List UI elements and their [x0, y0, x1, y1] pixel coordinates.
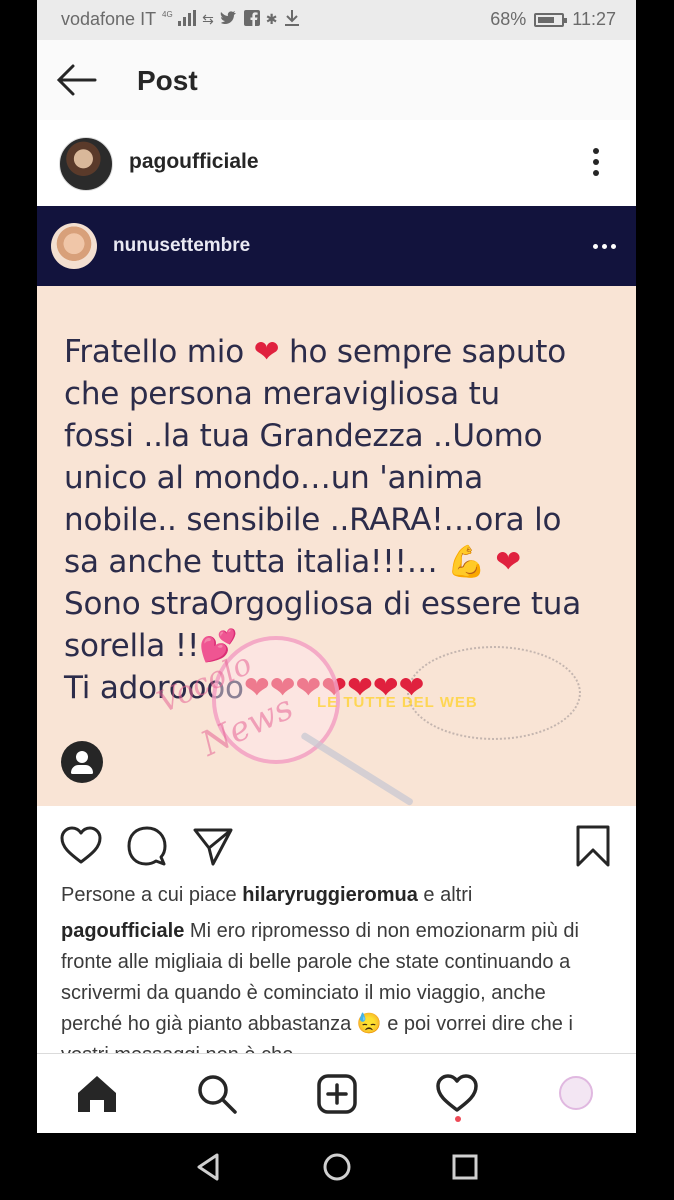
clock-time: 11:27	[572, 9, 616, 29]
embedded-avatar	[51, 223, 97, 269]
nav-profile-avatar[interactable]	[559, 1076, 593, 1110]
triangle-back-icon	[197, 1153, 219, 1181]
page-title: Post	[137, 65, 198, 96]
battery-icon	[534, 12, 568, 27]
quote-line: Fratello mio ❤ ho sempre saputo	[64, 334, 567, 370]
svg-text:4G: 4G	[162, 10, 173, 19]
heart-icon	[60, 826, 102, 864]
facebook-icon	[243, 10, 260, 29]
signal-icon: 4G	[162, 9, 197, 30]
send-icon	[193, 828, 233, 866]
quote-line: che persona meravigliosa tu	[64, 376, 500, 412]
android-recents-button[interactable]	[449, 1151, 481, 1188]
author-username[interactable]: pagoufficiale	[129, 150, 259, 174]
circle-home-icon	[323, 1153, 351, 1181]
download-icon	[284, 9, 300, 30]
nav-home[interactable]	[75, 1072, 119, 1116]
watermark-wand	[300, 731, 415, 806]
home-icon	[78, 1076, 116, 1112]
like-button[interactable]	[59, 824, 103, 868]
status-bar: vodafone IT 4G ⇆ ✱ 68% 11:27	[37, 0, 636, 40]
embedded-username: nunusettembre	[113, 235, 251, 256]
quote-line: unico al mondo…un 'anima	[64, 460, 484, 496]
post-actions	[37, 806, 636, 884]
arrow-left-icon	[56, 64, 97, 96]
quote-text: Fratello mio ❤ ho sempre saputo che pers…	[64, 331, 624, 709]
top-bar: Post	[37, 40, 636, 120]
twitter-icon	[220, 10, 238, 29]
quote-line: Sono straOrgogliosa di essere tua	[64, 586, 582, 622]
quote-line: fossi ..la tua Grandezza ..Uomo	[64, 418, 543, 454]
likes-line: Persone a cui piace hilaryruggieromua e …	[61, 884, 472, 907]
nav-activity[interactable]	[435, 1072, 479, 1116]
back-button[interactable]	[55, 62, 99, 98]
heart-icon	[436, 1074, 478, 1112]
comment-button[interactable]	[125, 824, 169, 868]
carrier-text: vodafone IT	[61, 9, 157, 29]
likes-prefix: Persone a cui piace	[61, 884, 237, 906]
nav-search[interactable]	[195, 1072, 239, 1116]
app-frame: vodafone IT 4G ⇆ ✱ 68% 11:27 Post pagouf…	[37, 0, 636, 1200]
snowflake-icon: ✱	[265, 11, 278, 27]
quote-line: nobile.. sensibile ..RARA!…ora lo	[64, 502, 562, 538]
quote-line: sa anche tutta italia!!!… 💪 ❤	[64, 544, 521, 580]
embedded-more-icon	[593, 244, 616, 249]
share-button[interactable]	[191, 824, 235, 868]
notification-dot	[455, 1116, 461, 1122]
tagged-people-icon[interactable]	[61, 741, 103, 783]
battery-percent: 68%	[490, 9, 527, 29]
comment-icon	[127, 826, 167, 866]
embedded-story-header: nunusettembre	[37, 206, 636, 286]
add-post-icon	[317, 1074, 357, 1114]
search-icon	[198, 1075, 237, 1114]
likes-suffix[interactable]: e altri	[423, 884, 472, 906]
watermark-tag: LE TUTTE DEL WEB	[317, 694, 478, 711]
bookmark-icon	[576, 825, 610, 867]
more-options-button[interactable]	[584, 148, 608, 178]
post-image[interactable]: Fratello mio ❤ ho sempre saputo che pers…	[37, 286, 636, 806]
post-header: pagoufficiale	[37, 120, 636, 206]
square-recents-icon	[452, 1154, 478, 1180]
likes-user-link[interactable]: hilaryruggieromua	[242, 884, 418, 906]
nav-new-post[interactable]	[315, 1072, 359, 1116]
android-home-button[interactable]	[321, 1151, 353, 1188]
post-caption: pagoufficiale Mi ero ripromesso di non e…	[61, 916, 611, 1054]
caption-username[interactable]: pagoufficiale	[61, 920, 184, 942]
android-back-button[interactable]	[193, 1151, 225, 1188]
android-nav-bar	[0, 1133, 674, 1200]
author-avatar[interactable]	[59, 137, 113, 191]
quote-line: sorella !!💕	[64, 628, 238, 664]
save-button[interactable]	[571, 824, 615, 868]
bottom-navigation	[37, 1053, 636, 1134]
retweet-icon: ⇆	[202, 11, 214, 27]
